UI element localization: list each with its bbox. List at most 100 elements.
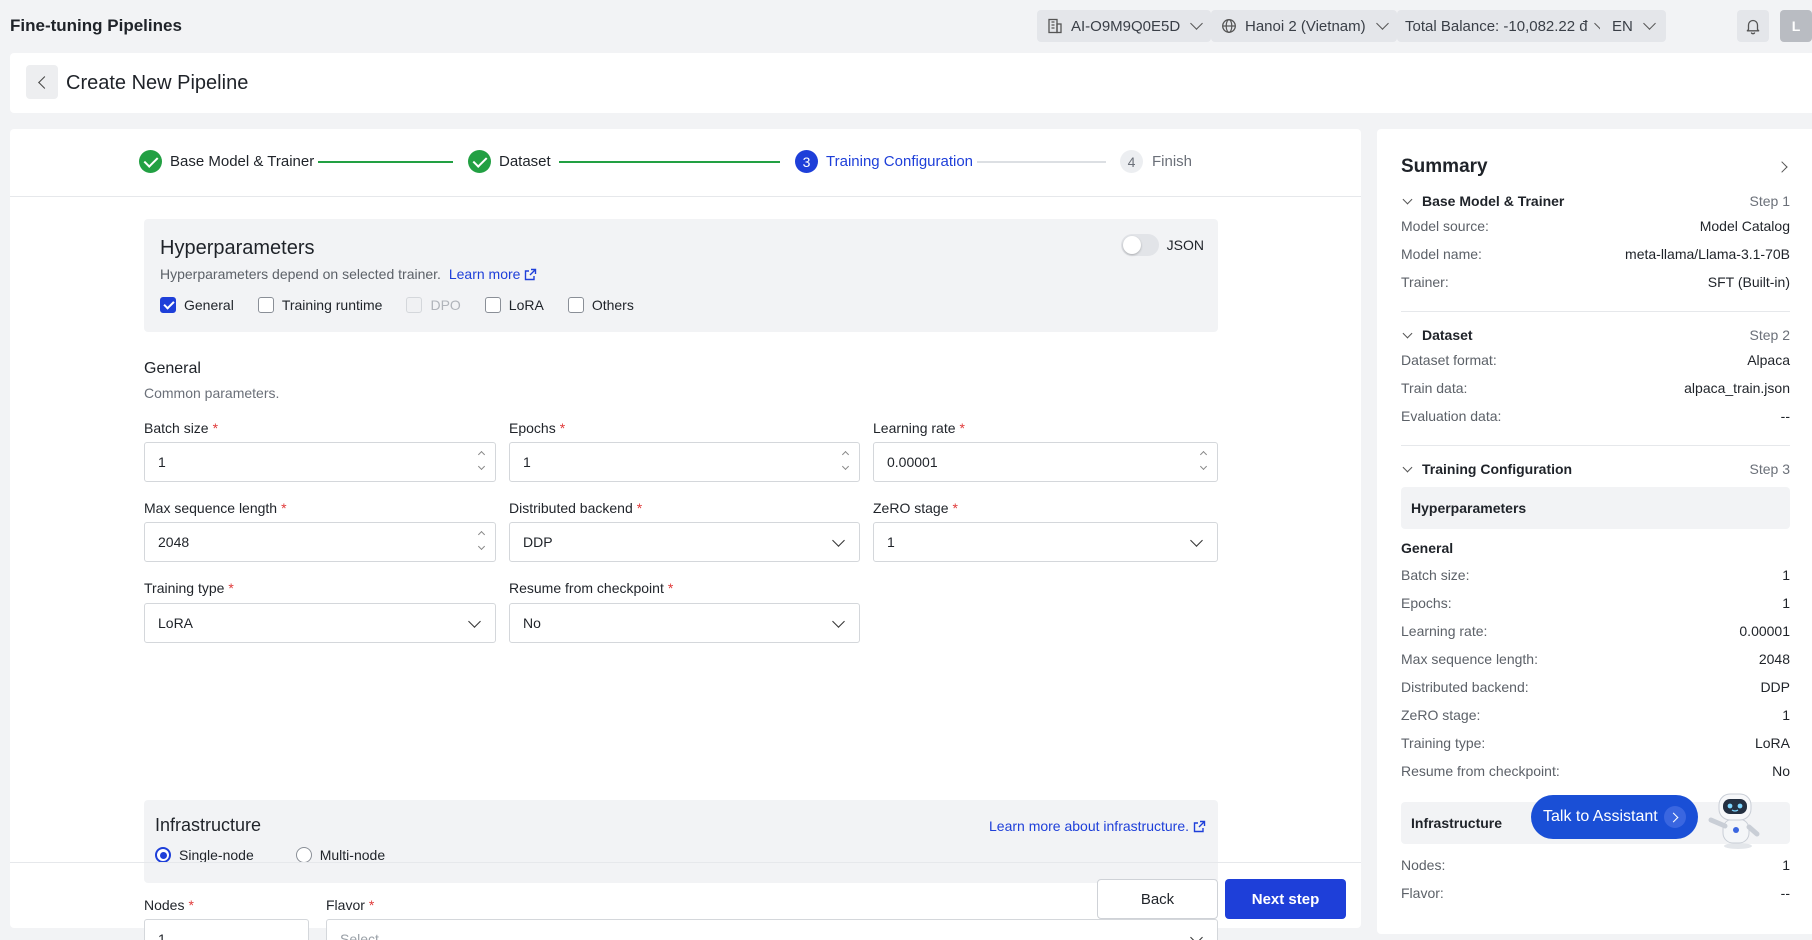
summary-section-header[interactable]: Dataset Step 2	[1401, 326, 1790, 344]
row-key: Learning rate:	[1401, 623, 1488, 639]
page-title: Create New Pipeline	[66, 72, 249, 94]
row-value: DDP	[1760, 679, 1790, 695]
robot-assistant-icon[interactable]	[1705, 790, 1767, 850]
checkbox[interactable]	[567, 297, 584, 313]
radio-multi-node[interactable]: Multi-node	[295, 847, 386, 863]
select-value: LoRA	[158, 615, 194, 631]
summary-general-label: General	[1401, 540, 1454, 556]
json-switch[interactable]	[1120, 234, 1159, 256]
region-label: Hanoi 2 (Vietnam)	[1245, 17, 1366, 35]
filter-label: DPO	[430, 297, 461, 313]
row-key: Batch size:	[1401, 567, 1470, 583]
avatar[interactable]: L	[1780, 10, 1812, 42]
required-marker: *	[188, 897, 194, 913]
row-value: 1	[1782, 595, 1790, 611]
row-value: 0.00001	[1739, 623, 1790, 639]
step-connector	[318, 161, 453, 163]
account-selector[interactable]: AI-O9M9Q0E5D	[1037, 10, 1212, 42]
select-value: DDP	[523, 534, 553, 550]
back-button[interactable]: Back	[1097, 879, 1218, 919]
footer-divider	[10, 862, 1361, 863]
summary-row: Model name: meta-llama/Llama-3.1-70B	[1401, 242, 1790, 266]
summary-row: Learning rate: 0.00001	[1401, 617, 1790, 645]
infrastructure-panel: Infrastructure Learn more about infrastr…	[144, 800, 1218, 883]
next-step-button[interactable]: Next step	[1225, 879, 1346, 919]
summary-row: Evaluation data: --	[1401, 404, 1790, 428]
section-title: Base Model & Trainer	[1422, 193, 1565, 209]
learning-rate-input[interactable]: 0.00001	[873, 442, 1218, 482]
radio-button[interactable]	[155, 847, 171, 863]
max-seq-len-input[interactable]: 2048	[144, 522, 496, 562]
filter-others[interactable]: Others	[567, 297, 634, 313]
required-marker: *	[959, 420, 965, 436]
step-4-label: Finish	[1152, 153, 1193, 170]
link-label: Learn more about infrastructure.	[989, 818, 1189, 834]
summary-row: ZeRO stage: 1	[1401, 701, 1790, 729]
max-seq-len-label: Max sequence length *	[144, 500, 287, 516]
region-selector[interactable]: Hanoi 2 (Vietnam)	[1211, 10, 1397, 42]
json-toggle[interactable]: JSON	[1120, 234, 1204, 256]
checkbox	[406, 297, 423, 313]
chevron-down-icon	[832, 534, 845, 547]
label-text: Batch size	[144, 420, 209, 436]
checkbox[interactable]	[160, 297, 176, 313]
summary-row: Model source: Model Catalog	[1401, 214, 1790, 238]
filter-general[interactable]: General	[160, 297, 234, 313]
balance-selector[interactable]: Total Balance: -10,082.22 đ	[1397, 10, 1613, 42]
batch-size-input[interactable]: 1	[144, 442, 496, 482]
learn-more-link[interactable]: Learn more	[449, 266, 538, 282]
radio-single-node[interactable]: Single-node	[155, 847, 254, 863]
stepper-arrows-icon[interactable]	[477, 449, 487, 475]
checkbox[interactable]	[484, 297, 501, 313]
notifications-button[interactable]	[1737, 10, 1769, 42]
filter-lora[interactable]: LoRA	[484, 297, 544, 313]
summary-row: Resume from checkpoint: No	[1401, 757, 1790, 785]
row-key: Nodes:	[1401, 857, 1446, 873]
checkbox[interactable]	[257, 297, 274, 313]
step-1-label: Base Model & Trainer	[170, 153, 315, 170]
required-marker: *	[281, 500, 287, 516]
distributed-backend-select[interactable]: DDP	[509, 522, 860, 562]
nodes-input[interactable]: 1	[144, 919, 309, 940]
row-value: 1	[1782, 707, 1790, 723]
summary-section-header[interactable]: Training Configuration Step 3	[1401, 460, 1790, 478]
label-text: Training type	[144, 580, 225, 596]
chevron-right-icon[interactable]	[1776, 161, 1788, 173]
resume-checkpoint-select[interactable]: No	[509, 603, 860, 643]
language-selector[interactable]: EN	[1600, 10, 1666, 42]
stepper-arrows-icon[interactable]	[841, 449, 851, 475]
chevron-down-icon	[1190, 534, 1203, 547]
summary-row: Dataset format: Alpaca	[1401, 348, 1790, 372]
label-text: Distributed backend	[509, 500, 633, 516]
pipeline-form: Base Model & Trainer Dataset 3 Training …	[10, 129, 1361, 940]
filter-dpo: DPO	[406, 297, 461, 313]
hyperparameter-filters: General Training runtime DPO LoRA Others	[160, 297, 658, 313]
stepper-arrows-icon[interactable]	[1199, 449, 1209, 475]
node-type-radios: Single-node Multi-node	[155, 847, 427, 863]
row-value: LoRA	[1754, 735, 1790, 751]
stepper-arrows-icon[interactable]	[477, 529, 487, 555]
summary-section-header[interactable]: Base Model & Trainer Step 1	[1401, 192, 1790, 210]
zero-stage-select[interactable]: 1	[873, 522, 1218, 562]
section-step: Step 3	[1749, 461, 1790, 477]
row-key: Model name:	[1401, 246, 1482, 262]
hyperparameters-panel: Hyperparameters Hyperparameters depend o…	[144, 219, 1218, 332]
back-nav-button[interactable]	[26, 65, 58, 99]
flavor-select[interactable]: Select	[326, 919, 1218, 940]
row-value: No	[1772, 763, 1790, 779]
filter-training-runtime[interactable]: Training runtime	[257, 297, 382, 313]
training-type-select[interactable]: LoRA	[144, 603, 496, 643]
select-placeholder: Select	[340, 931, 379, 940]
radio-button[interactable]	[295, 847, 312, 863]
summary-title: Summary	[1401, 156, 1488, 177]
assistant-label: Talk to Assistant	[1543, 808, 1658, 825]
radio-label: Multi-node	[319, 847, 386, 863]
row-value: SFT (Built-in)	[1707, 274, 1790, 290]
hyperparameters-description-text: Hyperparameters depend on selected train…	[160, 266, 441, 282]
section-step: Step 2	[1749, 327, 1790, 343]
epochs-input[interactable]: 1	[509, 442, 860, 482]
talk-to-assistant-button[interactable]: Talk to Assistant	[1531, 795, 1698, 839]
summary-row: Max sequence length: 2048	[1401, 645, 1790, 673]
infrastructure-learn-more-link[interactable]: Learn more about infrastructure.	[989, 818, 1206, 834]
flavor-label: Flavor *	[326, 897, 374, 913]
